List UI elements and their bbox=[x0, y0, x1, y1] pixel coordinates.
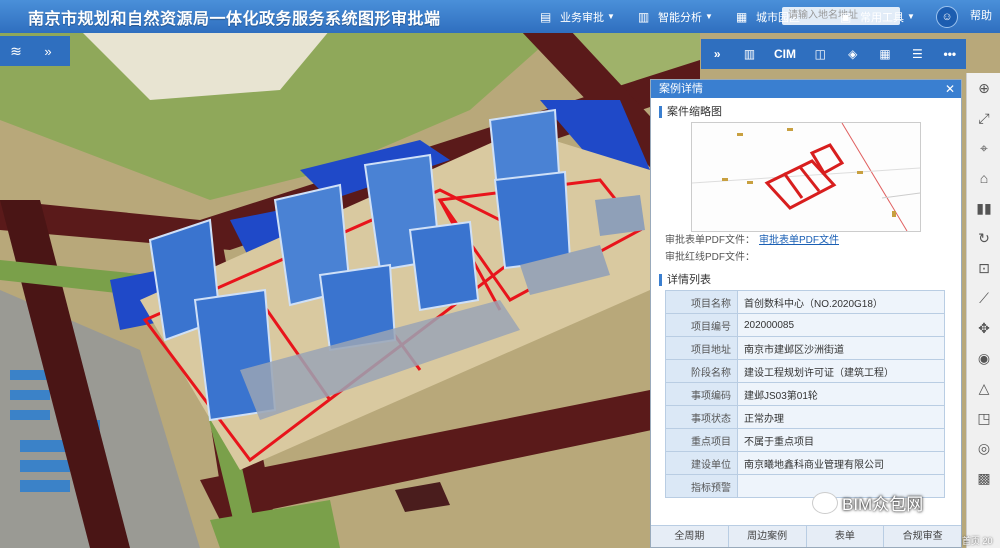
corner-text: 首页 20 bbox=[962, 536, 993, 546]
row-key: 项目地址 bbox=[665, 336, 738, 360]
table-row: 阶段名称 建设工程规划许可证（建筑工程） bbox=[665, 359, 945, 383]
report-icon[interactable]: ◫ bbox=[812, 47, 828, 61]
pdf-row-form: 审批表单PDF文件： 审批表单PDF文件 bbox=[665, 232, 961, 249]
tab-nearby-cases[interactable]: 周边案例 bbox=[729, 526, 807, 547]
avatar[interactable]: ☺ bbox=[936, 6, 958, 28]
table-row: 重点项目 不属于重点项目 bbox=[665, 428, 945, 452]
menu-smart-analysis[interactable]: ▥ 智能分析 ▼ bbox=[638, 0, 713, 33]
briefcase-icon: ▤ bbox=[540, 9, 552, 24]
building-icon[interactable]: ▦ bbox=[877, 47, 893, 61]
panel-title: 案例详情 bbox=[659, 83, 703, 95]
table-row: 项目地址 南京市建邺区沙洲街道 bbox=[665, 336, 945, 360]
table-row: 事项编码 建邺JS03第01轮 bbox=[665, 382, 945, 406]
pdf-row-label: 审批表单PDF文件： bbox=[665, 235, 755, 246]
book-icon[interactable]: ▥ bbox=[742, 47, 758, 61]
row-value: 南京曦地鑫科商业管理有限公司 bbox=[737, 451, 945, 475]
help-link[interactable]: 帮助 bbox=[970, 0, 992, 33]
toolbar-cim[interactable]: CIM bbox=[774, 47, 796, 61]
rotate-icon[interactable]: ↻ bbox=[967, 223, 1000, 253]
view-icon[interactable]: ◉ bbox=[967, 343, 1000, 373]
tab-form[interactable]: 表单 bbox=[807, 526, 885, 547]
split-view-icon[interactable]: ▮▮ bbox=[967, 193, 1000, 223]
detail-table: 项目名称 首创数科中心（NO.2020G18） 项目编号 202000085 项目地… bbox=[665, 290, 945, 498]
row-value: 202000085 bbox=[737, 313, 945, 337]
pdf-row-label: 审批红线PDF文件： bbox=[665, 252, 755, 263]
close-icon[interactable]: ✕ bbox=[945, 80, 955, 98]
qr-icon[interactable]: ▩ bbox=[967, 463, 1000, 493]
thumb-section-title: 案件缩略图 bbox=[659, 106, 961, 118]
tab-compliance[interactable]: 合规审查 bbox=[884, 526, 961, 547]
watermark-text: BIM众包网 bbox=[842, 495, 924, 514]
detail-section-title: 详情列表 bbox=[659, 274, 961, 286]
compass-icon[interactable]: ◎ bbox=[967, 433, 1000, 463]
terrain-icon[interactable]: △ bbox=[967, 373, 1000, 403]
menu-label: 常用工具 bbox=[860, 11, 904, 24]
row-value: 正常办理 bbox=[737, 405, 945, 429]
row-value: 南京市建邺区沙洲街道 bbox=[737, 336, 945, 360]
measure-icon[interactable]: ⟋ bbox=[967, 283, 1000, 313]
row-value: 建邺JS03第01轮 bbox=[737, 382, 945, 406]
main-toolbar: » ▥ CIM ◫ ◈ ▦ ☰ ••• bbox=[701, 39, 966, 69]
location-pin-icon[interactable]: ⌖ bbox=[967, 133, 1000, 163]
row-key: 项目名称 bbox=[665, 290, 738, 314]
row-key: 建设单位 bbox=[665, 451, 738, 475]
chevron-down-icon: ▼ bbox=[907, 12, 915, 21]
table-row: 项目编号 202000085 bbox=[665, 313, 945, 337]
row-value: 首创数科中心（NO.2020G18） bbox=[737, 290, 945, 314]
row-value: 不属于重点项目 bbox=[737, 428, 945, 452]
row-key: 事项状态 bbox=[665, 405, 738, 429]
chevron-down-icon: ▼ bbox=[607, 12, 615, 21]
layers-icon[interactable]: ◈ bbox=[845, 47, 861, 61]
building-icon: ▦ bbox=[736, 9, 748, 24]
table-row: 建设单位 南京曦地鑫科商业管理有限公司 bbox=[665, 451, 945, 475]
more-icon[interactable]: ••• bbox=[942, 47, 958, 61]
row-value: 建设工程规划许可证（建筑工程） bbox=[737, 359, 945, 383]
list-icon[interactable]: ☰ bbox=[909, 47, 925, 61]
watermark: BIM众包网 bbox=[812, 490, 923, 515]
menu-label: 智能分析 bbox=[658, 11, 702, 24]
menu-business-approval[interactable]: ▤ 业务审批 ▼ bbox=[540, 0, 615, 33]
table-row: 事项状态 正常办理 bbox=[665, 405, 945, 429]
cube-icon[interactable]: ◳ bbox=[967, 403, 1000, 433]
row-key: 项目编号 bbox=[665, 313, 738, 337]
row-key: 阶段名称 bbox=[665, 359, 738, 383]
row-key: 事项编码 bbox=[665, 382, 738, 406]
home-icon[interactable]: ⌂ bbox=[967, 163, 1000, 193]
app-title: 南京市规划和自然资源局一体化政务服务系统图形审批端 bbox=[28, 10, 441, 28]
zoom-in-icon[interactable]: ⊕ bbox=[967, 73, 1000, 103]
pdf-form-link[interactable]: 审批表单PDF文件 bbox=[759, 235, 839, 246]
panel-header: 案例详情 ✕ bbox=[651, 80, 961, 98]
menu-label: 业务审批 bbox=[560, 11, 604, 24]
crop-icon[interactable]: ⊡ bbox=[967, 253, 1000, 283]
chevron-down-icon: ▼ bbox=[705, 12, 713, 21]
thumbnail-map bbox=[691, 122, 921, 232]
expand-icon[interactable]: » bbox=[709, 47, 725, 61]
navigate-icon[interactable]: ✥ bbox=[967, 313, 1000, 343]
case-detail-panel: 案例详情 ✕ 案件缩略图 审批表单PDF文件： 审批表单PDF文件 审批红线PD… bbox=[650, 79, 962, 548]
layer-control[interactable]: ≋ » bbox=[0, 36, 70, 66]
double-chevron-right-icon[interactable]: » bbox=[32, 44, 64, 59]
chart-icon: ▥ bbox=[638, 9, 650, 24]
row-key: 重点项目 bbox=[665, 428, 738, 452]
pdf-row-redline: 审批红线PDF文件： bbox=[665, 249, 961, 266]
tab-lifecycle[interactable]: 全周期 bbox=[651, 526, 729, 547]
table-row: 项目名称 首创数科中心（NO.2020G18） bbox=[665, 290, 945, 314]
case-thumbnail[interactable] bbox=[691, 122, 921, 232]
fullscreen-icon[interactable]: ⤢ bbox=[967, 103, 1000, 133]
toolbox-icon: ▣ bbox=[840, 9, 852, 24]
panel-tabs: 全周期 周边案例 表单 合规审查 bbox=[651, 525, 961, 547]
menu-common-tools[interactable]: ▣ 常用工具 ▼ bbox=[840, 0, 915, 33]
row-key: 指标预警 bbox=[665, 474, 738, 498]
app-header: 南京市规划和自然资源局一体化政务服务系统图形审批端 ▤ 业务审批 ▼ ▥ 智能分析… bbox=[0, 0, 1000, 33]
wechat-icon bbox=[812, 491, 838, 514]
right-tool-column: ⊕ ⤢ ⌖ ⌂ ▮▮ ↻ ⊡ ⟋ ✥ ◉ △ ◳ ◎ ▩ bbox=[966, 73, 1000, 548]
layers-icon[interactable]: ≋ bbox=[0, 43, 32, 60]
